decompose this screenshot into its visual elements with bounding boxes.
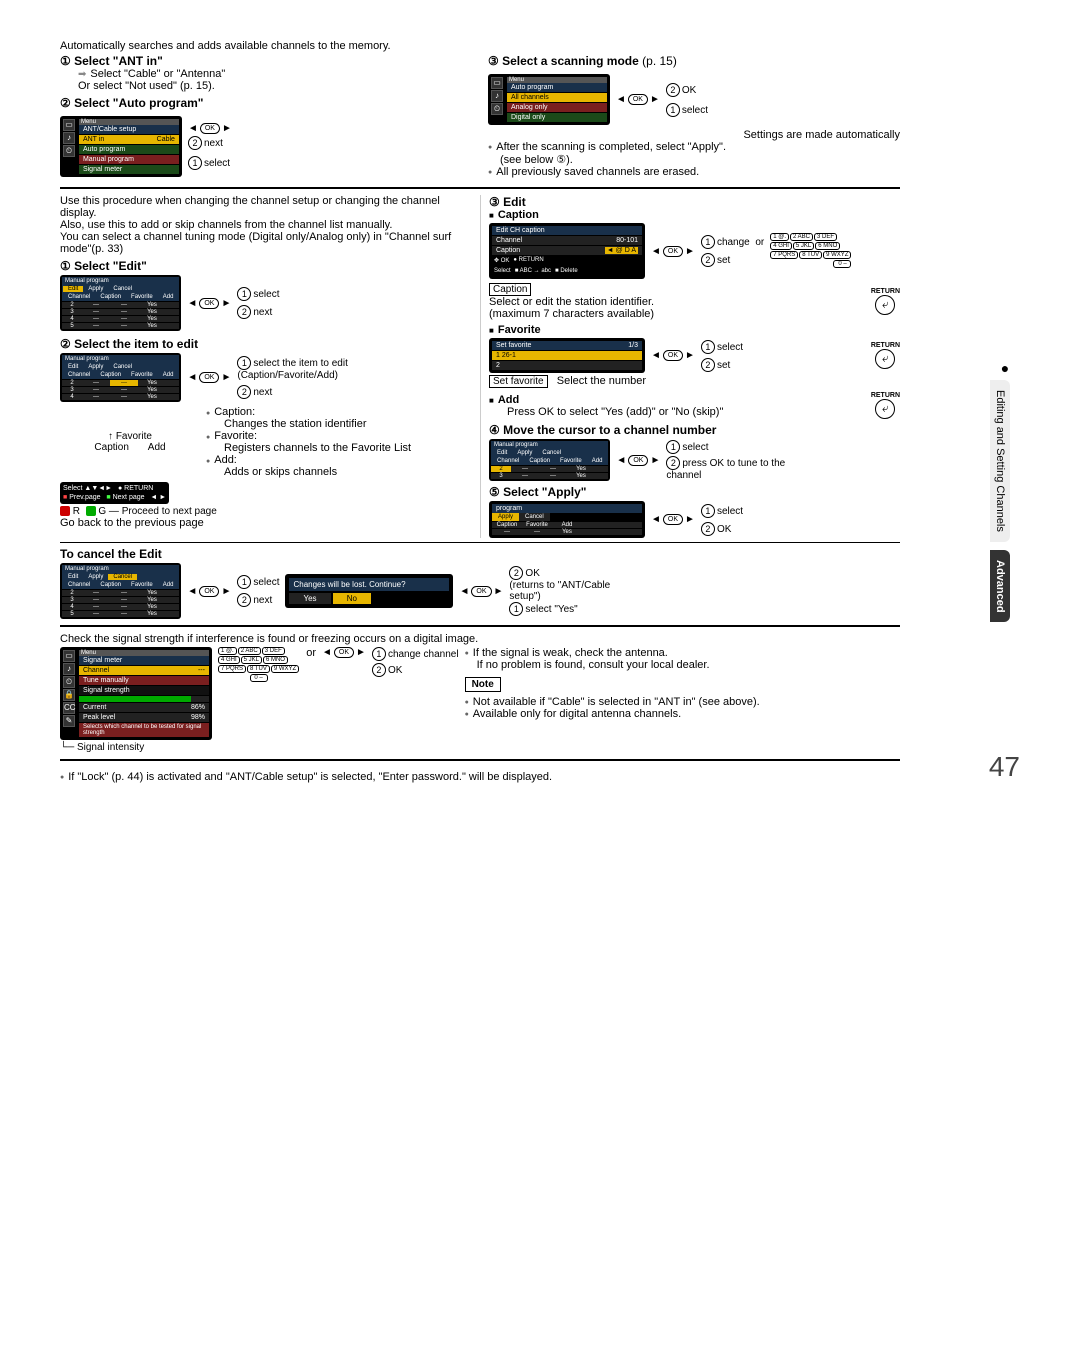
- auto-program-intro: Automatically searches and adds availabl…: [60, 40, 900, 52]
- step3-heading: ③ Select a scanning mode (p. 15): [488, 54, 900, 68]
- red-button-icon: [60, 506, 70, 516]
- manual-program-table-2: Manual program EditApplyCancel ChannelCa…: [60, 353, 181, 402]
- clock-icon: ⏲: [491, 103, 503, 115]
- number-pad[interactable]: 1 @.2 ABC3 DEF 4 GHI5 JKL6 MNO 7 PQRS8 T…: [218, 647, 300, 683]
- side-tab-advanced: Advanced: [990, 550, 1010, 623]
- scan-note2: All previously saved channels are erased…: [488, 166, 900, 178]
- step2-heading: ② Select "Auto program": [60, 96, 472, 110]
- m3-caption-subhead: Caption: [489, 209, 900, 221]
- cancel-edit-heading: To cancel the Edit: [60, 547, 900, 561]
- confirm-dialog: Changes will be lost. Continue? Yes No: [285, 574, 453, 608]
- m1-heading: ① Select "Edit": [60, 259, 472, 273]
- ok-button[interactable]: ◄OK►: [616, 455, 660, 466]
- return-icon[interactable]: ⤶: [875, 399, 895, 419]
- menu-icon: ▭: [63, 650, 75, 662]
- side-tab-editing: Editing and Setting Channels: [990, 380, 1010, 542]
- green-button-icon: [86, 506, 96, 516]
- side-bullet-icon: ●: [990, 360, 1020, 376]
- scan-auto-text: Settings are made automatically: [488, 129, 900, 141]
- signal-meter-box: ▭ ♪ ⏲ 🔒 CC ✎ Menu Signal meter Channel--…: [60, 647, 212, 740]
- step1-line-a: Select "Cable" or "Antenna": [78, 68, 472, 80]
- ok-button[interactable]: ◄OK►: [322, 647, 366, 658]
- m4-heading: ④ Move the cursor to a channel number: [489, 423, 900, 437]
- apply-box: program ApplyCancel CaptionFavoriteAdd -…: [489, 501, 645, 538]
- ok-button[interactable]: ◄OK►: [187, 372, 231, 383]
- ok-button[interactable]: ◄OK►: [188, 123, 232, 134]
- page-number: 47: [989, 751, 1020, 783]
- cancel-table: Manual program EditApplyCancel ChannelCa…: [60, 563, 181, 619]
- manual-intro-3: You can select a channel tuning mode (Di…: [60, 231, 472, 255]
- m3-favorite-subhead: Favorite: [489, 324, 900, 336]
- m3-heading: ③ Edit: [489, 195, 900, 209]
- footer-note: If "Lock" (p. 44) is activated and "ANT/…: [60, 771, 900, 783]
- music-icon: ♪: [63, 663, 75, 675]
- wrench-icon: ✎: [63, 715, 75, 727]
- ok-button[interactable]: ◄OK►: [651, 350, 695, 361]
- caption-box-label: Caption: [489, 283, 531, 296]
- m5-heading: ⑤ Select "Apply": [489, 485, 900, 499]
- ok-button[interactable]: ◄OK►: [459, 586, 503, 597]
- step1-heading: ① Select "ANT in": [60, 54, 472, 68]
- m4-table: Manual program EditApplyCancel ChannelCa…: [489, 439, 610, 481]
- edit-caption-box: Edit CH caption Channel80-101 Caption◄ @…: [489, 223, 645, 279]
- menu-icon: ▭: [63, 119, 75, 131]
- number-pad[interactable]: 1 @.2 ABC3 DEF 4 GHI5 JKL6 MNO 7 PQRS8 T…: [770, 233, 852, 269]
- manual-intro-2: Also, use this to add or skip channels f…: [60, 219, 472, 231]
- music-icon: ♪: [491, 90, 503, 102]
- signal-intensity-label: Signal intensity: [77, 742, 144, 753]
- cc-icon: CC: [63, 702, 75, 714]
- return-icon[interactable]: ⤶: [875, 295, 895, 315]
- scan-note1: After the scanning is completed, select …: [488, 141, 900, 153]
- ok-button[interactable]: ◄OK►: [616, 94, 660, 105]
- ant-cable-menu: ▭ ♪ ⏲ Menu ANT/Cable setup ANT in Cable …: [60, 116, 182, 177]
- nav-hint-box: Select ▲▼◄► ● RETURN ■ Prev.page ■ Next …: [60, 482, 169, 504]
- note-label: Note: [465, 677, 501, 692]
- manual-intro-1: Use this procedure when changing the cha…: [60, 195, 472, 219]
- return-icon[interactable]: ⤶: [875, 349, 895, 369]
- clock-icon: ⏲: [63, 676, 75, 688]
- m3-add-subhead: Add: [489, 394, 865, 406]
- auto-program-menu: ▭ ♪ ⏲ Menu Auto program All channels Ana…: [488, 74, 610, 125]
- ok-button[interactable]: ◄OK►: [187, 586, 231, 597]
- m2-heading: ② Select the item to edit: [60, 337, 472, 351]
- menu-icon: ▭: [491, 77, 503, 89]
- step1-line-b: Or select "Not used" (p. 15).: [78, 80, 472, 92]
- ok-button[interactable]: ◄OK►: [651, 246, 695, 257]
- manual-program-table: Manual program EditApplyCancel ChannelCa…: [60, 275, 181, 331]
- music-icon: ♪: [63, 132, 75, 144]
- lock-icon: 🔒: [63, 689, 75, 701]
- clock-icon: ⏲: [63, 145, 75, 157]
- ok-button[interactable]: ◄OK►: [651, 514, 695, 525]
- set-favorite-box: Set favorite1/3 1 26-1 2: [489, 338, 645, 373]
- ok-button[interactable]: ◄OK►: [187, 298, 231, 309]
- signal-intro: Check the signal strength if interferenc…: [60, 633, 900, 645]
